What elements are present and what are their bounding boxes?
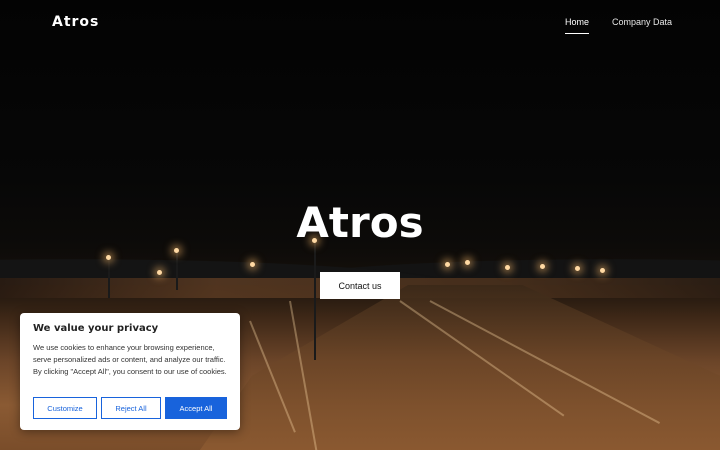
site-logo[interactable]: Atros	[52, 14, 99, 30]
street-lamp-pole	[176, 250, 178, 290]
highway-road	[200, 285, 720, 450]
street-lamp-light	[250, 262, 255, 267]
nav-link-company-data[interactable]: Company Data	[612, 17, 672, 27]
street-lamp-pole	[314, 240, 316, 360]
street-lamp-light	[157, 270, 162, 275]
cookie-banner-text: We use cookies to enhance your browsing …	[33, 343, 227, 376]
top-navigation: Atros Home Company Data	[0, 0, 720, 45]
cookie-consent-banner: We value your privacy We use cookies to …	[20, 313, 240, 430]
street-lamp-light	[575, 266, 580, 271]
street-lamp-light	[540, 264, 545, 269]
reject-all-button[interactable]: Reject All	[101, 397, 161, 419]
street-lamp-light	[445, 262, 450, 267]
cookie-banner-actions: Customize Reject All Accept All	[33, 397, 227, 419]
contact-us-button[interactable]: Contact us	[320, 272, 400, 299]
nav-link-home[interactable]: Home	[565, 17, 590, 34]
street-lamp-light	[505, 265, 510, 270]
street-lamp-light	[465, 260, 470, 265]
hero-title: Atros	[296, 198, 424, 247]
street-lamp-light	[106, 255, 111, 260]
street-lamp-light	[600, 268, 605, 273]
street-lamp-pole	[108, 258, 110, 298]
customize-button[interactable]: Customize	[33, 397, 97, 419]
accept-all-button[interactable]: Accept All	[165, 397, 227, 419]
cookie-banner-title: We value your privacy	[33, 323, 159, 334]
street-lamp-light	[174, 248, 179, 253]
